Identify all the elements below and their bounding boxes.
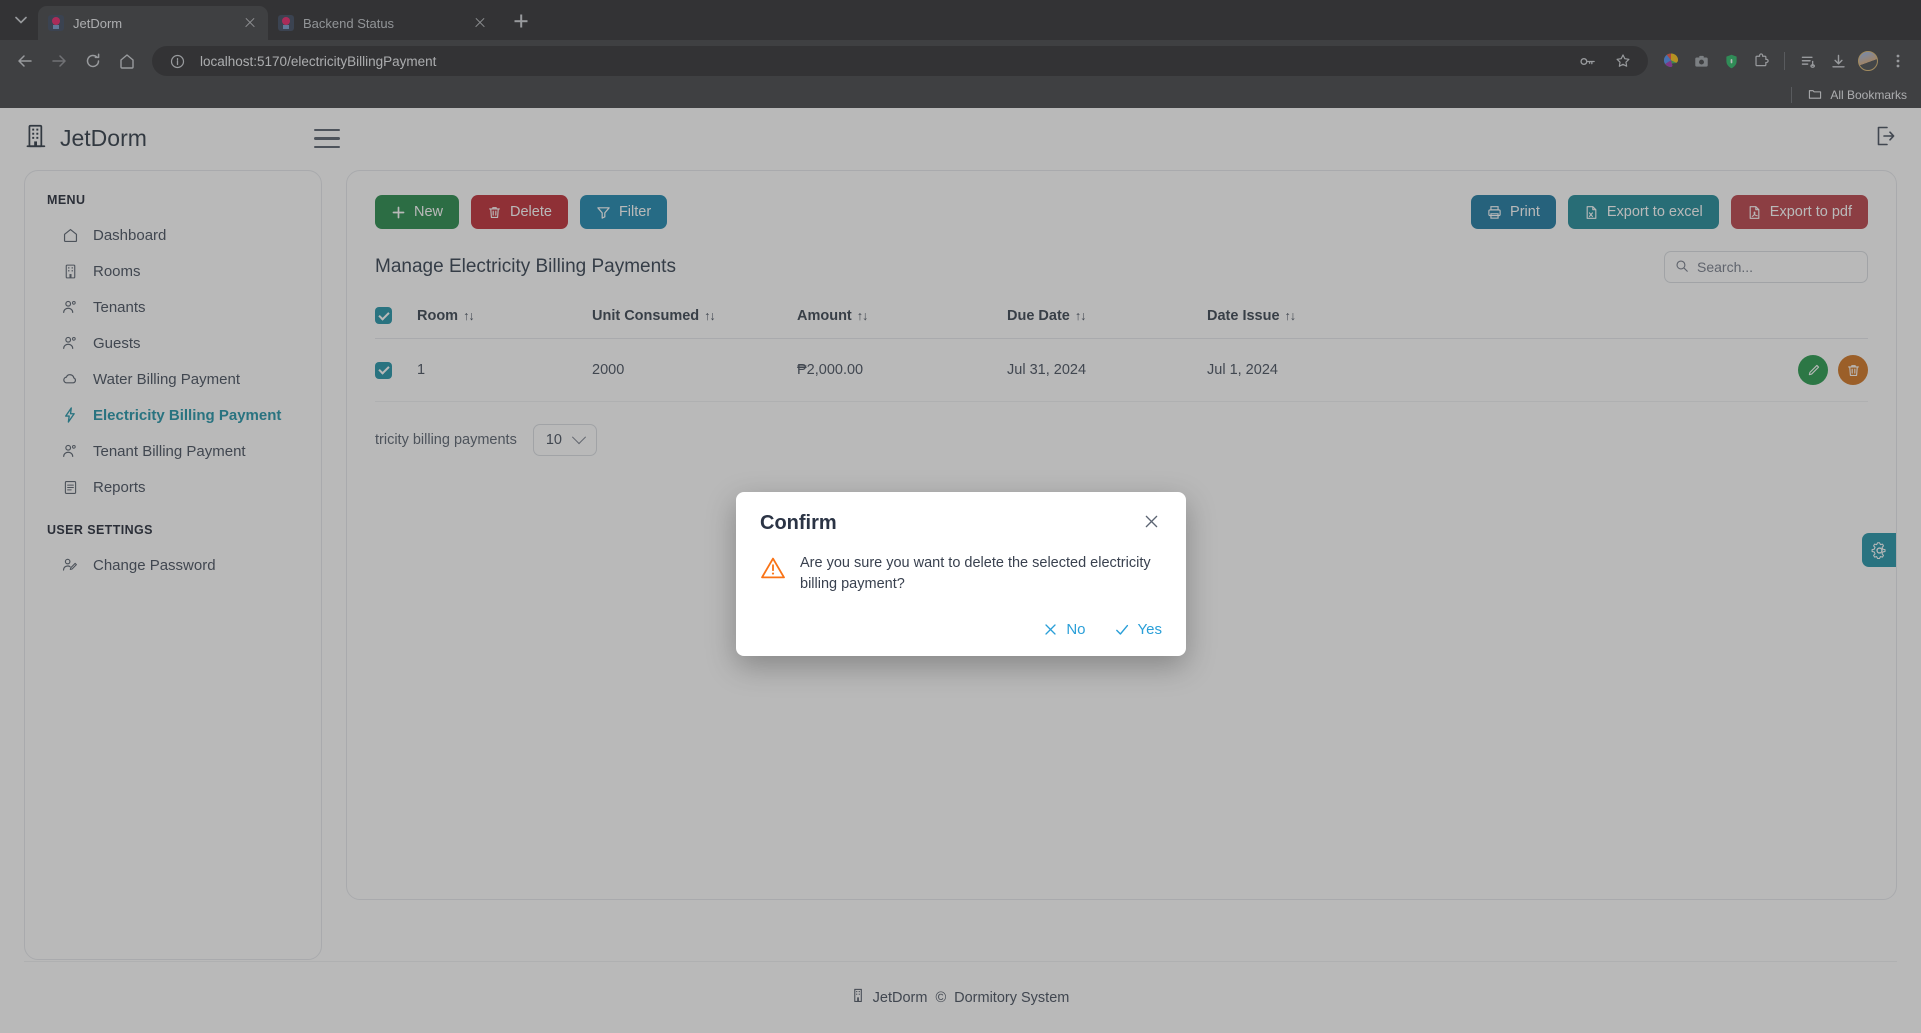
dialog-message: Are you sure you want to delete the sele… xyxy=(800,555,1151,593)
dialog-no-label: No xyxy=(1066,621,1086,639)
confirm-dialog: Confirm Are you sure you want to delete … xyxy=(736,492,1186,657)
dialog-no-button[interactable]: No xyxy=(1043,621,1086,639)
dialog-title: Confirm xyxy=(760,512,837,534)
dialog-actions: No Yes xyxy=(760,621,1162,638)
warning-triangle-icon xyxy=(760,555,786,586)
x-icon xyxy=(1045,624,1056,635)
close-icon[interactable] xyxy=(1142,512,1162,532)
dialog-yes-button[interactable]: Yes xyxy=(1114,621,1162,638)
browser-window: JetDorm Backend Status localhost:5170/el… xyxy=(0,0,1921,1033)
dialog-yes-label: Yes xyxy=(1137,621,1162,639)
dialog-header: Confirm xyxy=(760,512,1162,535)
check-icon xyxy=(1115,624,1128,635)
dialog-body: Are you sure you want to delete the sele… xyxy=(760,553,1162,595)
